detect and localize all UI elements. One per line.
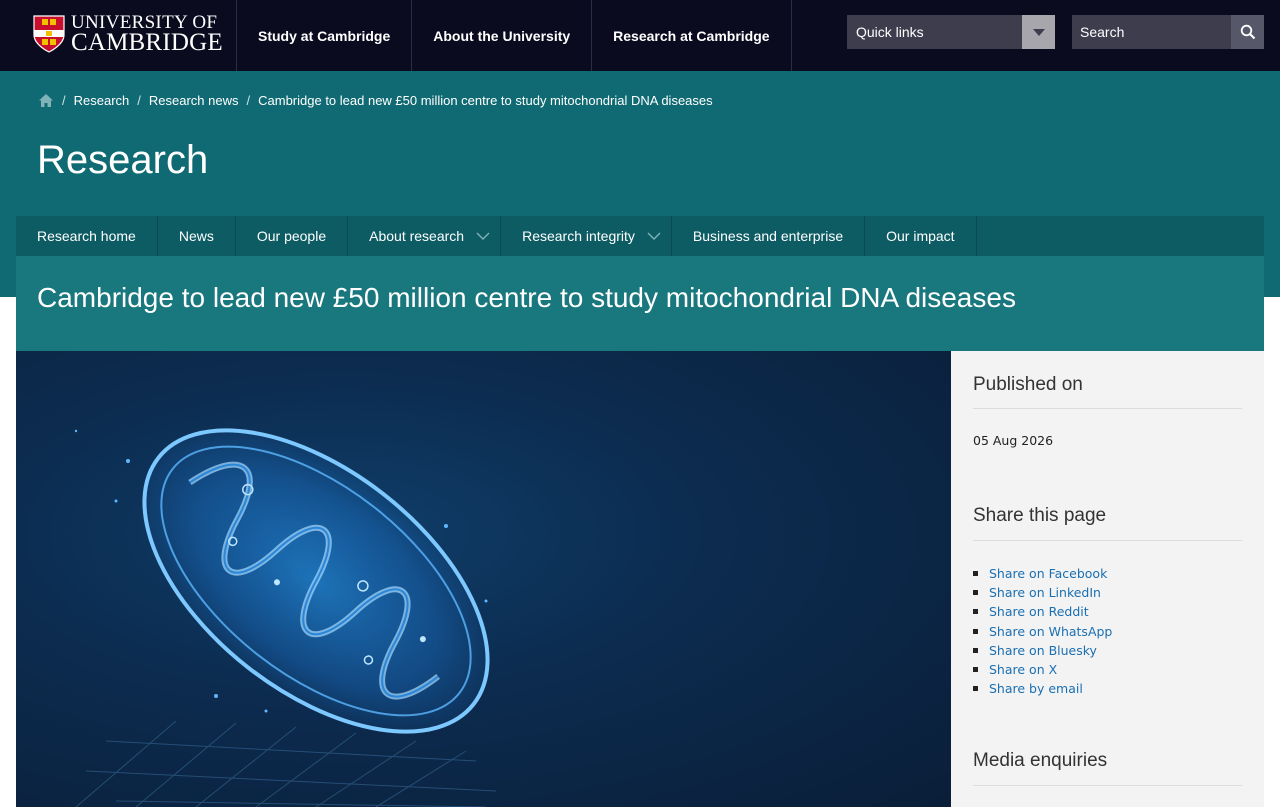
share-reddit-link[interactable]: Share on Reddit <box>989 602 1089 621</box>
share-links: Share on Facebook Share on LinkedIn Shar… <box>973 564 1112 698</box>
bullet-icon <box>973 686 978 692</box>
list-item: Share on LinkedIn <box>973 583 1112 602</box>
breadcrumb-separator: / <box>246 93 251 108</box>
home-icon[interactable] <box>38 93 54 108</box>
share-facebook-link[interactable]: Share on Facebook <box>989 564 1107 583</box>
divider <box>973 785 1242 786</box>
mitochondrion-illustration <box>74 428 497 807</box>
published-date: 05 Aug 2026 <box>973 433 1054 448</box>
subnav-label: Business and enterprise <box>692 228 844 244</box>
subnav-news[interactable]: News <box>158 216 236 256</box>
chevron-down-icon[interactable] <box>476 232 490 241</box>
cambridge-crest-icon <box>33 15 65 53</box>
subnav-business-and-enterprise[interactable]: Business and enterprise <box>672 216 866 256</box>
breadcrumb-current: Cambridge to lead new £50 million centre… <box>258 93 713 108</box>
article-header: Cambridge to lead new £50 million centre… <box>16 256 1264 351</box>
section-nav: Research home News Our people About rese… <box>16 216 1264 256</box>
search-box <box>1072 15 1264 49</box>
nav-study-at-cambridge[interactable]: Study at Cambridge <box>236 0 411 71</box>
share-linkedin-link[interactable]: Share on LinkedIn <box>989 583 1101 602</box>
breadcrumb-separator: / <box>137 93 141 108</box>
bullet-icon <box>973 571 978 577</box>
breadcrumb-separator: / <box>62 93 66 108</box>
share-x-link[interactable]: Share on X <box>989 660 1057 679</box>
top-nav: Study at Cambridge About the University … <box>236 0 792 71</box>
chevron-down-icon <box>1032 28 1045 36</box>
quick-links-label: Quick links <box>856 24 924 40</box>
share-heading: Share this page <box>973 505 1107 526</box>
bullet-icon <box>973 628 978 634</box>
subnav-about-research[interactable]: About research <box>348 216 502 256</box>
list-item: Share on Bluesky <box>973 641 1112 660</box>
subnav-label: Research integrity <box>522 228 635 244</box>
article-sidebar: Published on 05 Aug 2026 Share this page… <box>951 351 1264 807</box>
divider <box>973 408 1242 409</box>
subnav-research-home[interactable]: Research home <box>16 216 158 256</box>
share-whatsapp-link[interactable]: Share on WhatsApp <box>989 622 1112 641</box>
list-item: Share on Reddit <box>973 602 1112 621</box>
subnav-label: About research <box>369 228 465 244</box>
share-bluesky-link[interactable]: Share on Bluesky <box>989 641 1097 660</box>
media-enquiries-heading: Media enquiries <box>973 750 1108 771</box>
share-email-link[interactable]: Share by email <box>989 679 1083 698</box>
search-icon <box>1240 24 1255 40</box>
list-item: Share on WhatsApp <box>973 622 1112 641</box>
breadcrumb-research-news[interactable]: Research news <box>149 93 239 108</box>
subnav-our-impact[interactable]: Our impact <box>865 216 977 256</box>
subnav-label: Our impact <box>886 228 955 244</box>
hero-image <box>16 351 951 807</box>
subnav-label: News <box>178 228 214 244</box>
breadcrumb-research[interactable]: Research <box>74 93 130 108</box>
bullet-icon <box>973 667 978 673</box>
list-item: Share by email <box>973 679 1112 698</box>
bullet-icon <box>973 609 978 615</box>
subnav-research-integrity[interactable]: Research integrity <box>501 216 672 256</box>
list-item: Share on Facebook <box>973 564 1112 583</box>
article-title: Cambridge to lead new £50 million centre… <box>37 282 1016 313</box>
chevron-down-icon[interactable] <box>647 232 661 241</box>
divider <box>973 540 1242 541</box>
university-logo[interactable]: UNIVERSITY OF CAMBRIDGE <box>33 13 223 57</box>
bullet-icon <box>973 647 978 653</box>
subnav-label: Research home <box>37 228 136 244</box>
section-title: Research <box>37 138 209 182</box>
published-heading: Published on <box>973 374 1083 395</box>
bullet-icon <box>973 590 978 596</box>
breadcrumb: / Research / Research news / Cambridge t… <box>38 93 713 108</box>
subnav-our-people[interactable]: Our people <box>236 216 349 256</box>
logo-line-2: CAMBRIDGE <box>71 29 223 57</box>
search-button[interactable] <box>1231 15 1264 49</box>
quick-links-toggle[interactable] <box>1022 15 1055 49</box>
nav-research-at-cambridge[interactable]: Research at Cambridge <box>591 0 792 71</box>
subnav-label: Our people <box>256 228 327 244</box>
nav-about-the-university[interactable]: About the University <box>411 0 591 71</box>
search-input[interactable] <box>1072 15 1231 49</box>
quick-links-dropdown[interactable]: Quick links <box>847 15 1055 49</box>
list-item: Share on X <box>973 660 1112 679</box>
site-header: UNIVERSITY OF CAMBRIDGE Study at Cambrid… <box>0 0 1280 71</box>
